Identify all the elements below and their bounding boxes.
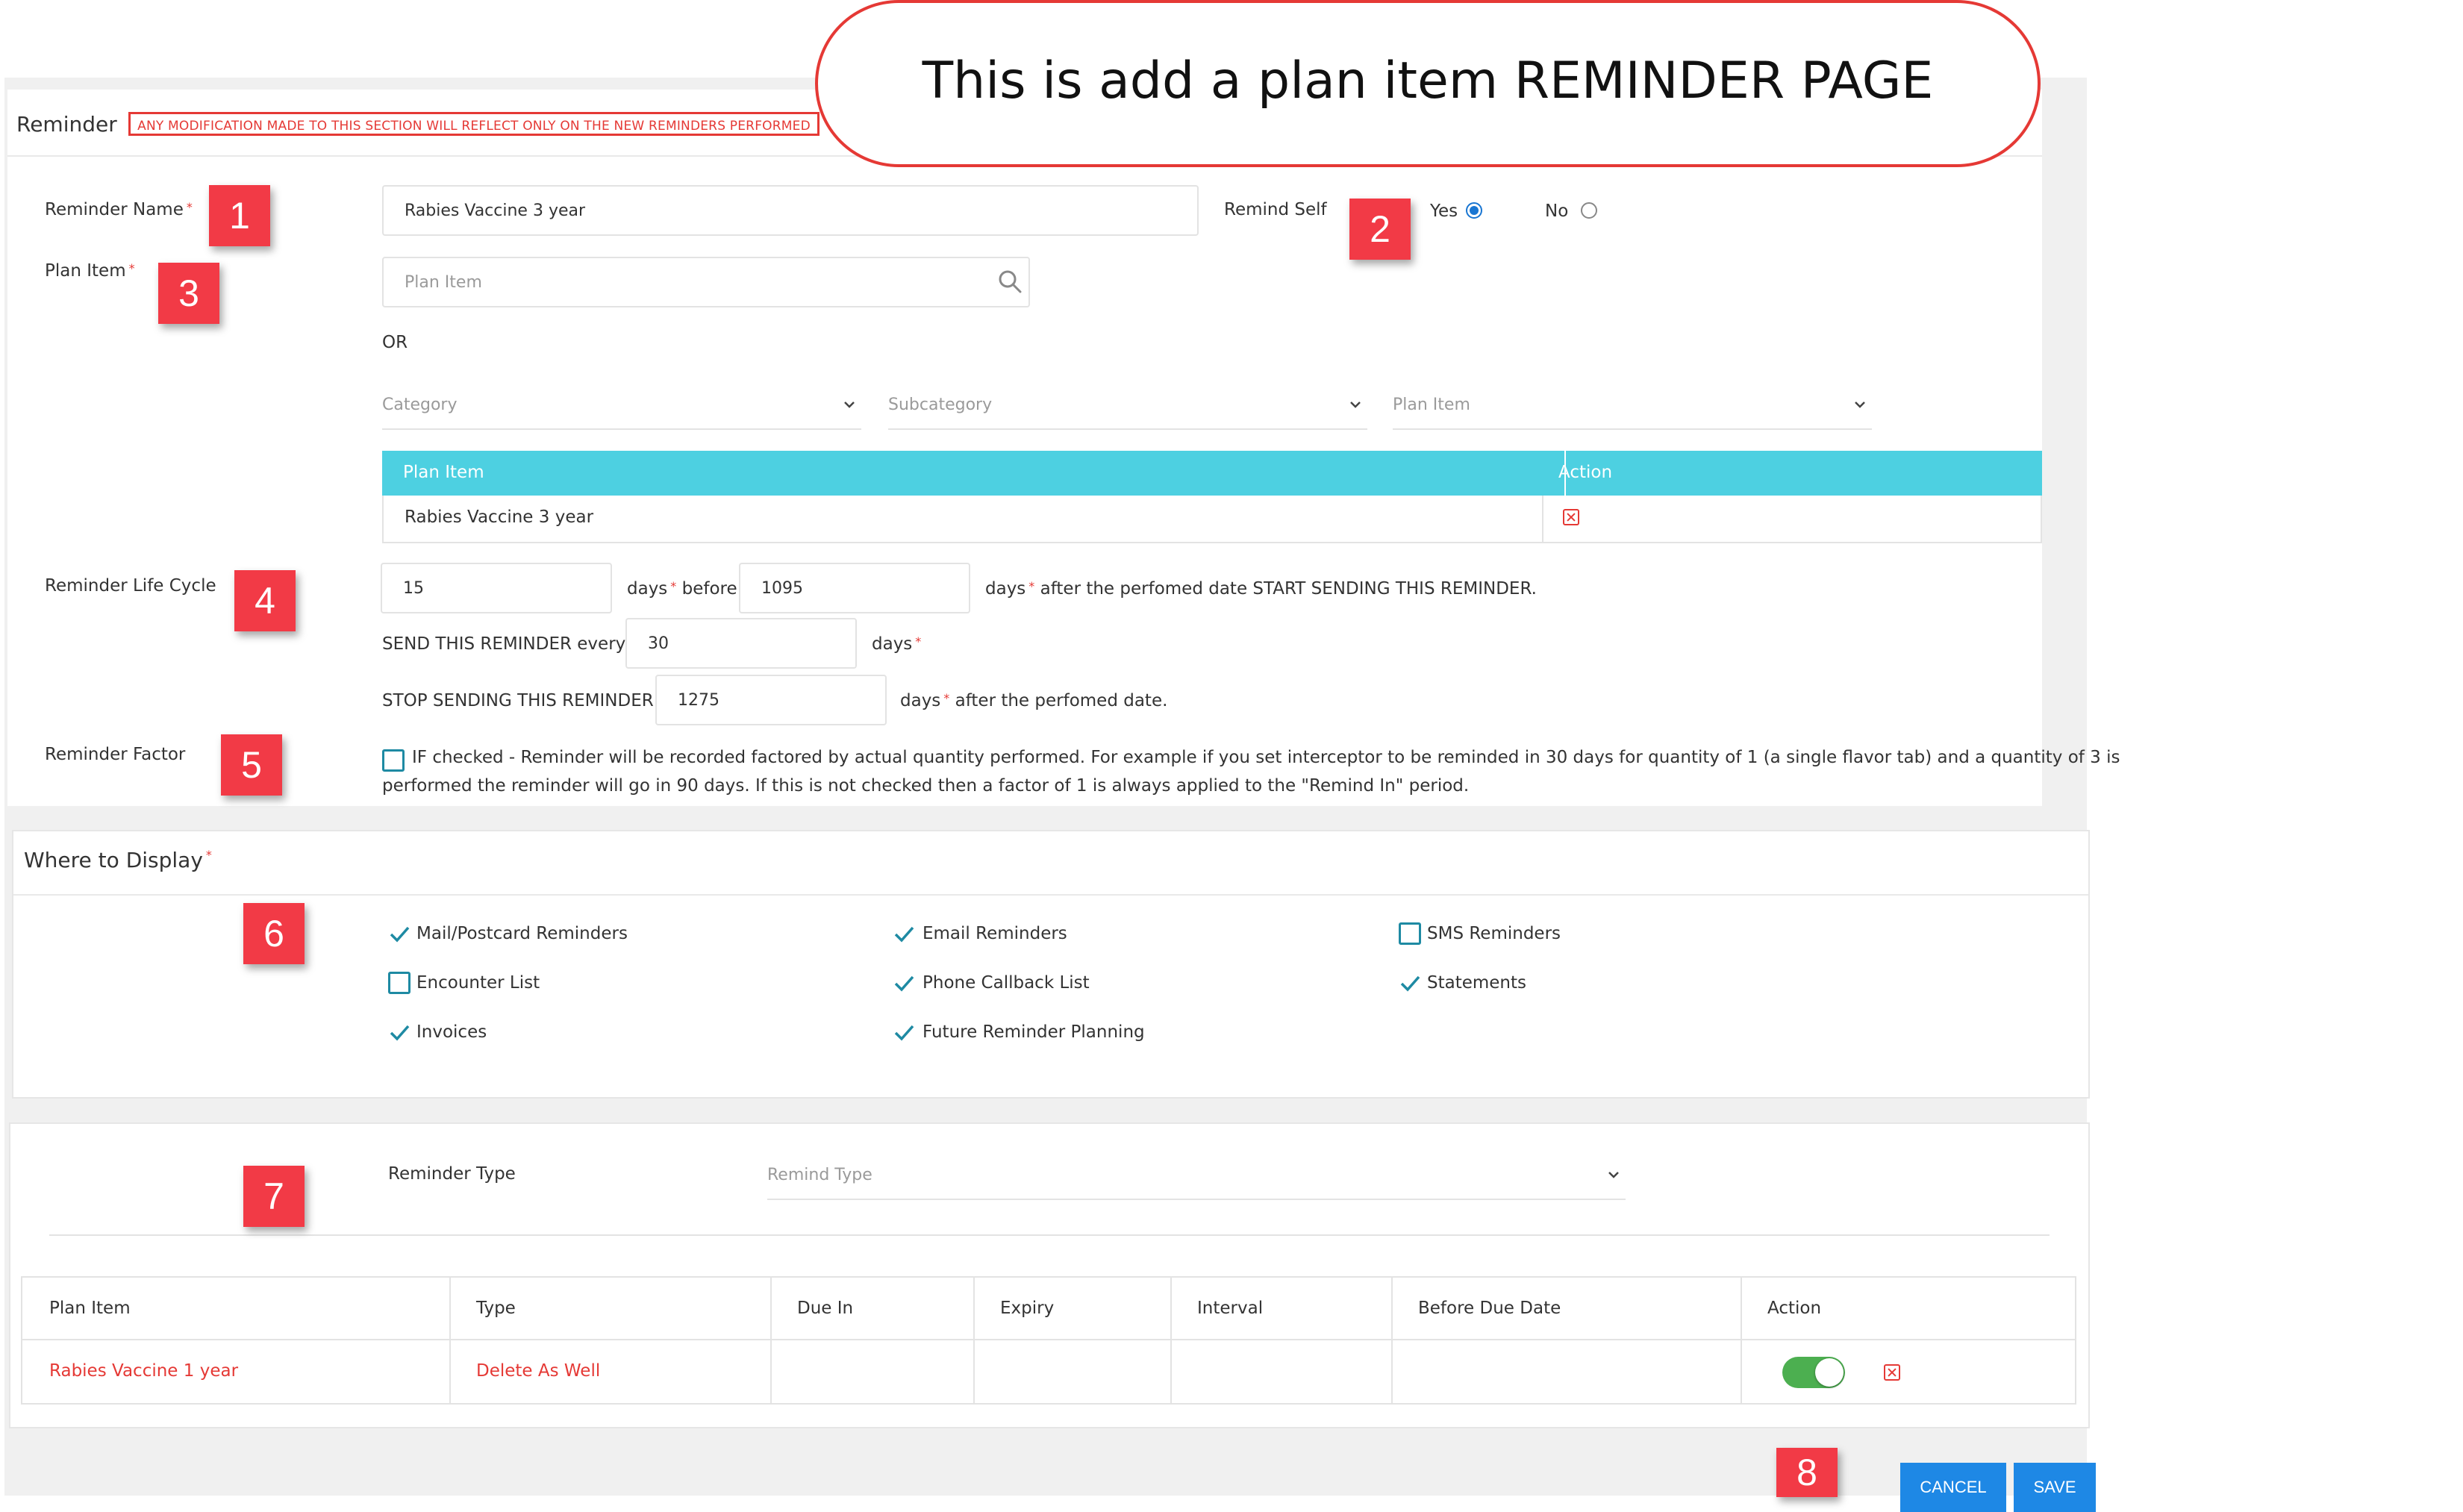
reminder-factor-description-line1: IF checked - Reminder will be recorded f… (412, 748, 2120, 767)
delete-icon[interactable] (1563, 509, 1579, 525)
send-every-label: SEND THIS REMINDER every (382, 634, 626, 654)
remind-type-select[interactable]: Remind Type (767, 1157, 1626, 1200)
type-table-header-before-due: Before Due Date (1418, 1299, 1561, 1318)
plan-item-select-value: Plan Item (1393, 396, 1470, 414)
type-table-cell-plan-item[interactable]: Rabies Vaccine 1 year (49, 1361, 238, 1381)
option-sms[interactable]: SMS Reminders (1427, 924, 1561, 943)
category-select[interactable]: Category (382, 387, 861, 430)
search-icon[interactable] (997, 269, 1023, 294)
type-table-cell-type[interactable]: Delete As Well (476, 1361, 600, 1381)
remind-self-label: Remind Self (1224, 200, 1327, 219)
plan-table-header: Plan Item Action (382, 451, 2042, 496)
days-after-text: days * after the perfomed date START SEND… (985, 579, 1537, 599)
annotation-badge: 6 (243, 903, 305, 964)
or-text: OR (382, 333, 408, 352)
section-divider (13, 894, 2088, 896)
send-every-unit: days * (872, 634, 922, 654)
send-every-input[interactable]: 30 (625, 618, 857, 669)
option-future-planning[interactable]: Future Reminder Planning (923, 1022, 1145, 1042)
annotation-badge: 4 (234, 570, 296, 631)
plan-item-search-input[interactable]: Plan Item (382, 257, 1030, 307)
life-cycle-label: Reminder Life Cycle (45, 576, 216, 596)
plan-table-cell-plan-item: Rabies Vaccine 3 year (405, 507, 594, 527)
remind-type-select-value: Remind Type (767, 1166, 872, 1184)
plan-item-select[interactable]: Plan Item (1393, 387, 1872, 430)
chevron-down-icon (844, 402, 855, 408)
table-divider (22, 1339, 2075, 1340)
delete-icon[interactable] (1884, 1364, 1900, 1381)
reminder-type-label: Reminder Type (388, 1164, 516, 1184)
subcategory-select-value: Subcategory (888, 396, 993, 414)
reminder-factor-label: Reminder Factor (45, 745, 186, 764)
reminder-name-label: Reminder Name * (45, 200, 193, 219)
annotation-badge: 8 (1776, 1448, 1838, 1497)
sms-reminders-checkbox[interactable] (1399, 922, 1421, 945)
option-encounter-list[interactable]: Encounter List (416, 973, 540, 993)
type-table-header-type: Type (476, 1299, 516, 1318)
where-to-display-section (12, 830, 2090, 1099)
annotation-badge: 2 (1349, 199, 1411, 260)
table-divider (449, 1278, 451, 1403)
stop-sending-label: STOP SENDING THIS REMINDER (382, 691, 654, 710)
reminder-type-table: Plan Item Type Due In Expiry Interval Be… (21, 1276, 2076, 1405)
stop-sending-input[interactable]: 1275 (655, 675, 887, 725)
reminder-section-title: Reminder (16, 112, 117, 137)
encounter-list-checkbox[interactable] (388, 972, 410, 994)
option-statements[interactable]: Statements (1427, 973, 1526, 993)
days-after-input[interactable]: 1095 (739, 563, 970, 613)
option-phone-callback[interactable]: Phone Callback List (923, 973, 1090, 993)
check-icon[interactable] (893, 972, 915, 994)
check-icon[interactable] (893, 1021, 915, 1043)
check-icon[interactable] (893, 922, 915, 945)
reminder-name-input[interactable]: Rabies Vaccine 3 year (382, 185, 1199, 236)
annotation-badge: 7 (243, 1166, 305, 1227)
category-select-value: Category (382, 396, 458, 414)
option-mail-postcard[interactable]: Mail/Postcard Reminders (416, 924, 628, 943)
section-divider (49, 1234, 2050, 1236)
type-table-header-due-in: Due In (797, 1299, 854, 1318)
option-invoices[interactable]: Invoices (416, 1022, 487, 1042)
days-before-text: days * before (627, 579, 737, 599)
check-icon[interactable] (1399, 972, 1421, 994)
chevron-down-icon (1855, 402, 1865, 408)
remind-self-no-label: No (1545, 202, 1569, 221)
type-table-header-plan-item: Plan Item (49, 1299, 131, 1318)
save-button[interactable]: SAVE (2014, 1463, 2096, 1512)
table-row: Rabies Vaccine 3 year (382, 496, 2042, 543)
type-table-header-interval: Interval (1197, 1299, 1264, 1318)
annotation-badge: 3 (158, 263, 219, 324)
plan-item-label: Plan Item * (45, 261, 135, 281)
plan-table-header-plan-item: Plan Item (403, 463, 484, 482)
annotation-badge: 5 (221, 734, 282, 796)
stop-sending-text: days * after the perfomed date. (900, 691, 1168, 710)
check-icon[interactable] (388, 1021, 410, 1043)
chevron-down-icon (1608, 1172, 1619, 1178)
table-divider (973, 1278, 975, 1403)
reminder-factor-checkbox[interactable] (382, 749, 405, 772)
reminder-factor-description-line2: performed the reminder will go in 90 day… (382, 776, 1470, 796)
plan-table-header-action: Action (1558, 463, 1613, 482)
page-callout: This is add a plan item REMINDER PAGE (815, 0, 2041, 167)
days-before-input[interactable]: 15 (381, 563, 612, 613)
enable-toggle[interactable] (1782, 1357, 1845, 1388)
option-email[interactable]: Email Reminders (923, 924, 1067, 943)
chevron-down-icon (1350, 402, 1361, 408)
table-divider (1170, 1278, 1172, 1403)
annotation-badge: 1 (209, 185, 270, 246)
subcategory-select[interactable]: Subcategory (888, 387, 1367, 430)
modification-warning: ANY MODIFICATION MADE TO THIS SECTION WI… (128, 112, 820, 136)
remind-self-yes-label: Yes (1430, 202, 1458, 221)
table-divider (1542, 496, 1543, 542)
where-to-display-title: Where to Display * (24, 848, 212, 872)
check-icon[interactable] (388, 922, 410, 945)
table-divider (1391, 1278, 1393, 1403)
type-table-header-action: Action (1767, 1299, 1822, 1318)
type-table-header-expiry: Expiry (1000, 1299, 1055, 1318)
table-divider (1741, 1278, 1742, 1403)
table-divider (770, 1278, 772, 1403)
remind-self-yes-radio[interactable] (1466, 202, 1482, 219)
cancel-button[interactable]: CANCEL (1900, 1463, 2006, 1512)
remind-self-no-radio[interactable] (1581, 202, 1597, 219)
